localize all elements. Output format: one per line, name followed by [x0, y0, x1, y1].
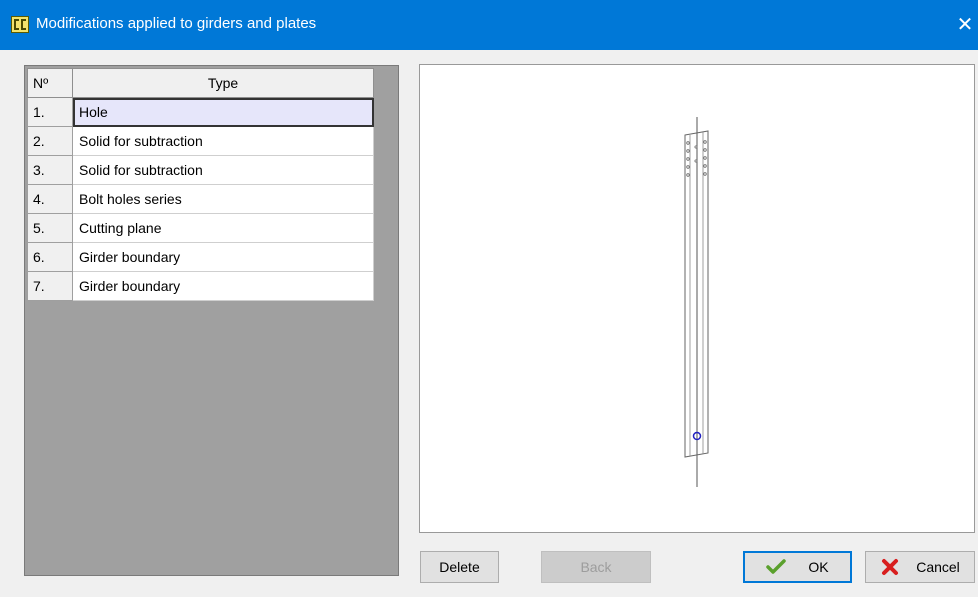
row-number: 1.	[27, 97, 73, 127]
table-row[interactable]: 4. Bolt holes series	[27, 184, 374, 214]
modifications-table: Nº Type 1. Hole 2. Solid for subtraction…	[27, 68, 374, 301]
row-number: 3.	[27, 155, 73, 185]
row-number: 2.	[27, 126, 73, 156]
row-number: 7.	[27, 271, 73, 301]
modifications-list-panel: Nº Type 1. Hole 2. Solid for subtraction…	[24, 65, 399, 576]
girder-preview-viewport[interactable]	[419, 64, 975, 533]
row-number: 4.	[27, 184, 73, 214]
row-type[interactable]: Hole	[72, 97, 374, 127]
row-type[interactable]: Bolt holes series	[72, 184, 374, 214]
girder-drawing	[684, 117, 709, 487]
table-row[interactable]: 2. Solid for subtraction	[27, 126, 374, 156]
row-type[interactable]: Cutting plane	[72, 213, 374, 243]
table-row[interactable]: 7. Girder boundary	[27, 271, 374, 301]
ok-button-label: OK	[808, 559, 829, 575]
delete-button[interactable]: Delete	[420, 551, 499, 583]
table-row[interactable]: 3. Solid for subtraction	[27, 155, 374, 185]
row-type[interactable]: Solid for subtraction	[72, 126, 374, 156]
back-button-label: Back	[580, 559, 612, 575]
column-header-type[interactable]: Type	[72, 68, 374, 98]
cancel-x-icon	[880, 558, 900, 576]
close-button[interactable]: ✕	[952, 10, 978, 40]
table-row[interactable]: 6. Girder boundary	[27, 242, 374, 272]
checkmark-icon	[766, 558, 787, 576]
delete-button-label: Delete	[439, 559, 480, 575]
row-type[interactable]: Girder boundary	[72, 242, 374, 272]
row-type[interactable]: Solid for subtraction	[72, 155, 374, 185]
window-title: Modifications applied to girders and pla…	[36, 15, 317, 32]
table-row[interactable]: 1. Hole	[27, 97, 374, 127]
cancel-button-label: Cancel	[916, 559, 960, 575]
ok-button[interactable]: OK	[743, 551, 852, 583]
cancel-button[interactable]: Cancel	[865, 551, 975, 583]
title-bar: Modifications applied to girders and pla…	[0, 0, 978, 50]
back-button[interactable]: Back	[541, 551, 651, 583]
table-header-row: Nº Type	[27, 68, 374, 98]
row-number: 5.	[27, 213, 73, 243]
row-number: 6.	[27, 242, 73, 272]
table-row[interactable]: 5. Cutting plane	[27, 213, 374, 243]
row-type[interactable]: Girder boundary	[72, 271, 374, 301]
app-icon	[11, 16, 29, 33]
column-header-number[interactable]: Nº	[27, 68, 73, 98]
